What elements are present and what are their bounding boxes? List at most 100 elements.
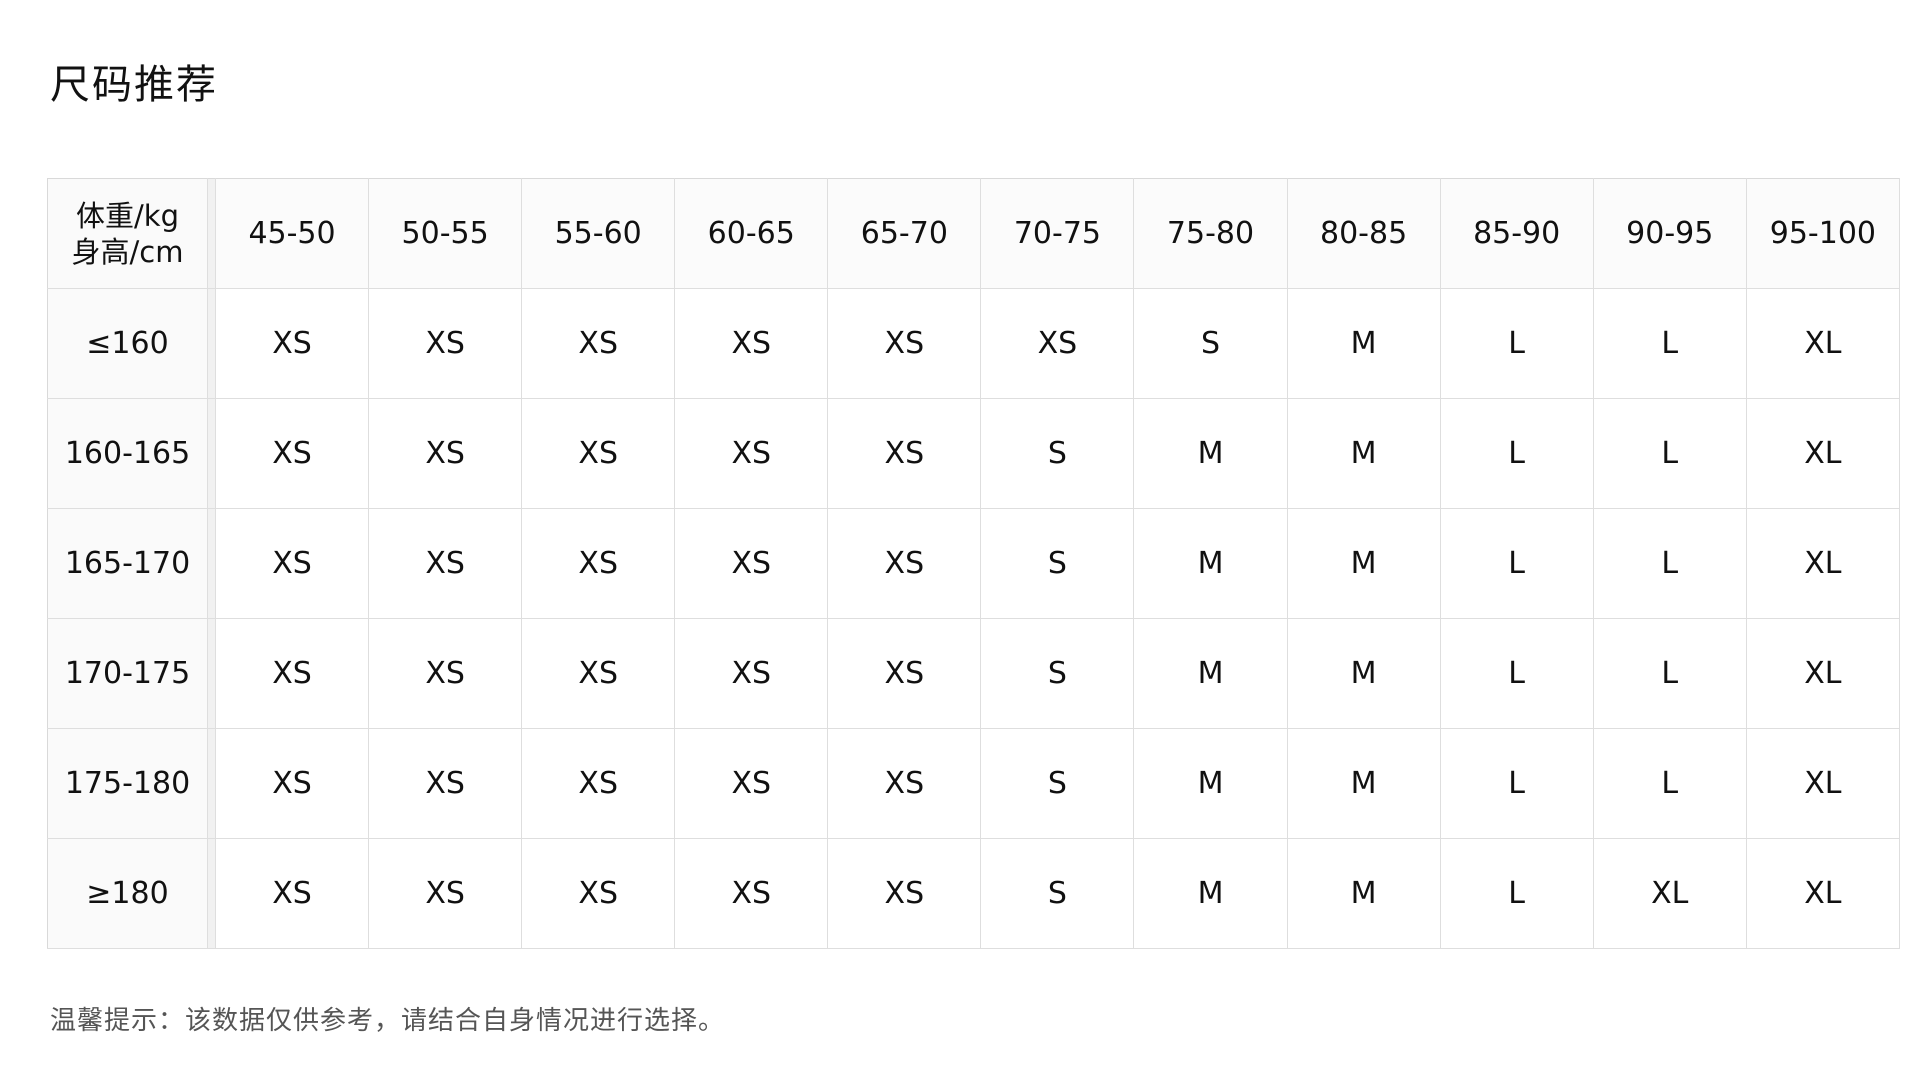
size-cell: XL [1746,398,1901,509]
size-cell: XS [215,508,370,619]
size-cell: L [1440,838,1594,949]
size-cell: M [1287,618,1441,729]
size-cell: L [1440,288,1594,399]
size-cell: L [1440,728,1594,839]
size-cell: XS [521,508,676,619]
size-cell: XS [827,728,982,839]
size-cell: XS [215,618,370,729]
size-cell: XS [368,838,523,949]
table-header-row: 体重/kg 身高/cm 45-50 50-55 55-60 60-65 65-7… [47,178,1901,289]
height-row-header: 160-165 [47,398,208,509]
size-cell: XL [1593,838,1747,949]
weight-header: 60-65 [674,178,829,289]
column-divider [207,288,216,399]
weight-header: 90-95 [1593,178,1747,289]
weight-header: 50-55 [368,178,523,289]
size-cell: XS [215,288,370,399]
weight-header: 75-80 [1133,178,1288,289]
height-axis-label: 身高/cm [71,234,184,269]
size-cell: XS [674,508,829,619]
size-cell: S [980,508,1135,619]
table-row: 165-170 XS XS XS XS XS S M M L L XL [47,508,1901,619]
column-divider [207,728,216,839]
size-cell: M [1133,508,1288,619]
height-row-header: 170-175 [47,618,208,729]
size-cell: XS [827,838,982,949]
size-cell: L [1593,618,1747,729]
size-cell: M [1133,728,1288,839]
size-cell: XS [674,618,829,729]
size-cell: XS [215,838,370,949]
size-cell: XS [521,838,676,949]
size-cell: M [1133,618,1288,729]
size-cell: XS [368,618,523,729]
column-divider [207,398,216,509]
weight-axis-label: 体重/kg [76,198,179,233]
size-cell: XL [1746,618,1901,729]
weight-header: 80-85 [1287,178,1441,289]
size-cell: L [1440,508,1594,619]
size-cell: M [1133,398,1288,509]
size-cell: S [1133,288,1288,399]
column-divider [207,178,216,289]
size-cell: XS [215,398,370,509]
column-divider [207,838,216,949]
size-cell: XS [980,288,1135,399]
size-cell: S [980,838,1135,949]
size-cell: L [1440,618,1594,729]
size-cell: L [1593,508,1747,619]
size-cell: M [1133,838,1288,949]
size-cell: S [980,728,1135,839]
size-cell: L [1440,398,1594,509]
height-row-header: 165-170 [47,508,208,619]
size-cell: XS [521,728,676,839]
weight-header: 45-50 [215,178,370,289]
size-cell: M [1287,838,1441,949]
size-cell: S [980,618,1135,729]
size-cell: M [1287,508,1441,619]
weight-header: 65-70 [827,178,982,289]
column-divider [207,618,216,729]
size-cell: L [1593,288,1747,399]
size-cell: XS [827,508,982,619]
size-cell: M [1287,398,1441,509]
size-cell: XL [1746,728,1901,839]
size-cell: XS [368,728,523,839]
size-cell: XS [215,728,370,839]
size-cell: M [1287,728,1441,839]
size-cell: XS [674,288,829,399]
weight-header: 95-100 [1746,178,1901,289]
size-cell: XL [1746,838,1901,949]
size-cell: XS [674,398,829,509]
size-cell: XS [521,398,676,509]
size-cell: XS [674,838,829,949]
corner-header: 体重/kg 身高/cm [47,178,208,289]
size-cell: XS [521,618,676,729]
weight-header: 55-60 [521,178,676,289]
table-row: ≤160 XS XS XS XS XS XS S M L L XL [47,288,1901,399]
table-row: 175-180 XS XS XS XS XS S M M L L XL [47,728,1901,839]
page-title: 尺码推荐 [50,62,218,108]
size-cell: XS [827,398,982,509]
table-row: 160-165 XS XS XS XS XS S M M L L XL [47,398,1901,509]
table-body: ≤160 XS XS XS XS XS XS S M L L XL 160-165 XS XS XS XS XS S… [47,288,1901,949]
size-cell: XS [368,398,523,509]
height-row-header: ≤160 [47,288,208,399]
size-cell: XS [368,508,523,619]
footnote-tip: 温馨提示：该数据仅供参考，请结合自身情况进行选择。 [50,1006,726,1036]
height-row-header: 175-180 [47,728,208,839]
size-cell: XS [674,728,829,839]
size-cell: XS [827,618,982,729]
table-row: ≥180 XS XS XS XS XS S M M L XL XL [47,838,1901,949]
size-cell: L [1593,398,1747,509]
table-row: 170-175 XS XS XS XS XS S M M L L XL [47,618,1901,729]
weight-header: 85-90 [1440,178,1594,289]
weight-header: 70-75 [980,178,1135,289]
size-cell: XS [368,288,523,399]
size-cell: XS [827,288,982,399]
size-cell: M [1287,288,1441,399]
size-cell: XS [521,288,676,399]
size-cell: S [980,398,1135,509]
size-chart-table: 体重/kg 身高/cm 45-50 50-55 55-60 60-65 65-7… [47,178,1901,949]
size-cell: L [1593,728,1747,839]
